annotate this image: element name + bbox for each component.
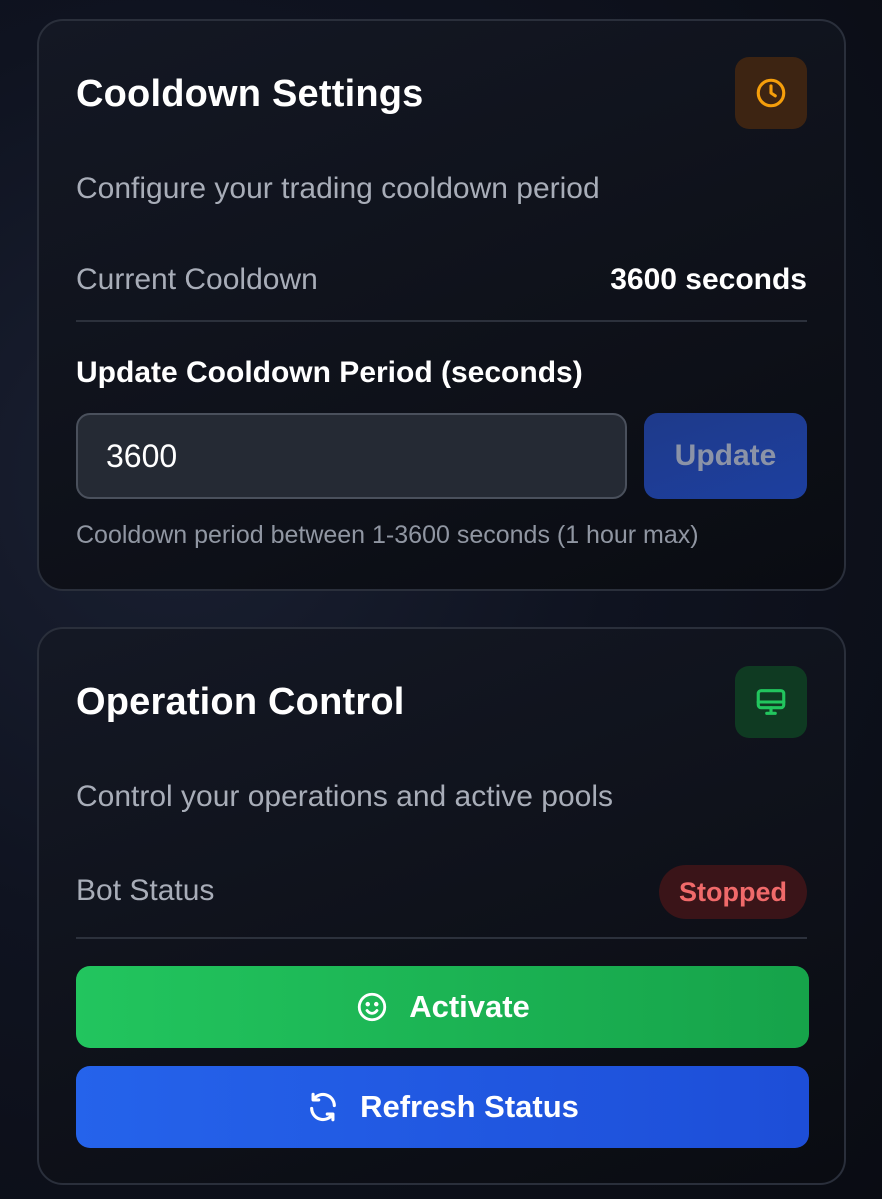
current-cooldown-value: 3600 seconds: [610, 263, 807, 296]
divider: [76, 320, 807, 322]
activate-button[interactable]: Activate: [76, 966, 809, 1048]
divider: [76, 937, 807, 939]
current-cooldown-label: Current Cooldown: [76, 263, 318, 296]
refresh-status-label: Refresh Status: [360, 1089, 579, 1124]
status-badge: Stopped: [659, 865, 807, 919]
smile-icon: [355, 990, 389, 1024]
operation-control-card: Operation Control Control your operation…: [37, 627, 846, 1185]
bot-status-label: Bot Status: [76, 874, 215, 907]
monitor-icon: [735, 666, 807, 738]
cooldown-input[interactable]: [76, 413, 627, 499]
cooldown-description: Configure your trading cooldown period: [76, 172, 600, 205]
activate-label: Activate: [409, 989, 530, 1024]
operation-title: Operation Control: [76, 681, 405, 723]
clock-icon: [735, 57, 807, 129]
cooldown-hint: Cooldown period between 1-3600 seconds (…: [76, 521, 699, 549]
cooldown-title: Cooldown Settings: [76, 73, 424, 115]
update-cooldown-label: Update Cooldown Period (seconds): [76, 356, 583, 389]
refresh-icon: [306, 1090, 340, 1124]
operation-description: Control your operations and active pools: [76, 780, 613, 813]
refresh-status-button[interactable]: Refresh Status: [76, 1066, 809, 1148]
cooldown-settings-card: Cooldown Settings Configure your trading…: [37, 19, 846, 591]
update-button[interactable]: Update: [644, 413, 807, 499]
